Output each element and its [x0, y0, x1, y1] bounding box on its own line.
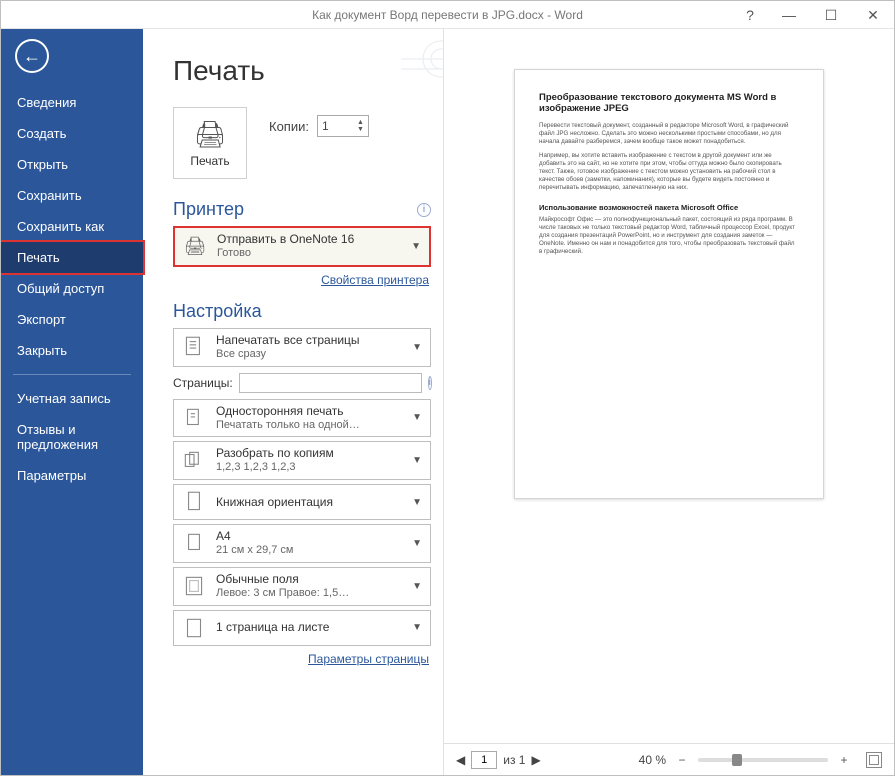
- nav-info[interactable]: Сведения: [1, 87, 143, 118]
- paper-dropdown[interactable]: A4 21 см x 29,7 см ▼: [173, 524, 431, 563]
- printer-icon: 🖨: [193, 119, 226, 150]
- info-icon[interactable]: i: [417, 203, 431, 217]
- printer-properties-link[interactable]: Свойства принтера: [173, 273, 429, 287]
- copies-value: 1: [322, 119, 329, 133]
- doc-para: Например, вы хотите вставить изображение…: [539, 152, 799, 192]
- app-window: Как документ Ворд перевести в JPG.docx -…: [0, 0, 895, 776]
- margins-sub: Левое: 3 см Правое: 1,5…: [216, 587, 402, 601]
- next-page-button[interactable]: ▶: [531, 753, 540, 767]
- one-sided-icon: [180, 405, 208, 431]
- nav-feedback[interactable]: Отзывы и предложения: [1, 414, 143, 460]
- chevron-down-icon: ▼: [409, 241, 423, 252]
- pages-all-icon: [180, 334, 208, 360]
- settings-heading: Настройка: [173, 301, 262, 322]
- backstage-sidebar: ← Сведения Создать Открыть Сохранить Сох…: [1, 29, 143, 775]
- chevron-down-icon: ▼: [410, 538, 424, 549]
- pages-per-sheet-dropdown[interactable]: 1 страница на листе ▼: [173, 610, 431, 646]
- nav-export[interactable]: Экспорт: [1, 304, 143, 335]
- window-title: Как документ Ворд перевести в JPG.docx -…: [312, 8, 583, 22]
- collate-title: Разобрать по копиям: [216, 446, 402, 461]
- preview-footer: ◀ из 1 ▶ 40 % − +: [444, 743, 894, 775]
- zoom-out-button[interactable]: −: [674, 753, 690, 767]
- print-preview-pane: Преобразование текстового документа MS W…: [443, 29, 894, 775]
- nav-saveas[interactable]: Сохранить как: [1, 211, 143, 242]
- orientation-dropdown[interactable]: Книжная ориентация ▼: [173, 484, 431, 520]
- doc-para: Майкрософт Офис — это полнофункциональны…: [539, 216, 799, 256]
- printer-dropdown[interactable]: 🖨 Отправить в OneNote 16 Готово ▼: [173, 226, 431, 267]
- help-button[interactable]: ?: [732, 1, 768, 29]
- copies-label: Копии:: [269, 119, 309, 134]
- zoom-in-button[interactable]: +: [836, 753, 852, 767]
- page-of-label: из 1: [503, 753, 525, 767]
- margins-icon: [180, 573, 208, 599]
- info-icon[interactable]: i: [428, 376, 432, 390]
- preview-canvas: Преобразование текстового документа MS W…: [466, 69, 872, 735]
- chevron-down-icon: ▼: [410, 622, 424, 633]
- print-settings-pane: Печать 🖨 Печать Копии: 1 ▲▼: [143, 29, 443, 775]
- copies-input[interactable]: 1 ▲▼: [317, 115, 369, 137]
- print-what-sub: Все сразу: [216, 348, 402, 362]
- nav-account[interactable]: Учетная запись: [1, 383, 143, 414]
- page-setup-link[interactable]: Параметры страницы: [173, 652, 429, 666]
- sides-title: Односторонняя печать: [216, 404, 402, 419]
- doc-subheading: Использование возможностей пакета Micros…: [539, 203, 799, 212]
- nav-save[interactable]: Сохранить: [1, 180, 143, 211]
- zoom-slider[interactable]: [698, 758, 828, 762]
- nav-options[interactable]: Параметры: [1, 460, 143, 491]
- chevron-down-icon: ▼: [410, 342, 424, 353]
- paper-title: A4: [216, 529, 402, 544]
- preview-page: Преобразование текстового документа MS W…: [514, 69, 824, 499]
- chevron-down-icon: ▼: [410, 455, 424, 466]
- arrow-left-icon: ←: [23, 46, 41, 67]
- titlebar: Как документ Ворд перевести в JPG.docx -…: [1, 1, 894, 29]
- nav-share[interactable]: Общий доступ: [1, 273, 143, 304]
- doc-para: Перевести текстовый документ, созданный …: [539, 122, 799, 146]
- nav-print[interactable]: Печать: [0, 240, 145, 275]
- paper-size-icon: [180, 530, 208, 556]
- margins-title: Обычные поля: [216, 572, 402, 587]
- chevron-down-icon: ▼: [410, 497, 424, 508]
- paper-sub: 21 см x 29,7 см: [216, 544, 402, 558]
- doc-heading: Преобразование текстового документа MS W…: [539, 92, 799, 114]
- back-button[interactable]: ←: [15, 39, 49, 73]
- pages-label: Страницы:: [173, 376, 233, 390]
- sides-sub: Печатать только на одной…: [216, 419, 402, 433]
- printer-status: Готово: [217, 247, 401, 261]
- copies-spinner[interactable]: ▲▼: [357, 119, 364, 133]
- print-button[interactable]: 🖨 Печать: [173, 107, 247, 179]
- printer-name: Отправить в OneNote 16: [217, 232, 401, 247]
- portrait-icon: [180, 489, 208, 515]
- nav-separator: [13, 374, 131, 375]
- collate-icon: [180, 448, 208, 474]
- prev-page-button[interactable]: ◀: [456, 753, 465, 767]
- nav-open[interactable]: Открыть: [1, 149, 143, 180]
- chevron-down-icon: ▼: [410, 412, 424, 423]
- chevron-down-icon: ▼: [410, 581, 424, 592]
- printer-device-icon: 🖨: [181, 236, 209, 257]
- print-what-dropdown[interactable]: Напечатать все страницы Все сразу ▼: [173, 328, 431, 367]
- page-number-input[interactable]: [471, 751, 497, 769]
- sides-dropdown[interactable]: Односторонняя печать Печатать только на …: [173, 399, 431, 438]
- zoom-fit-button[interactable]: [866, 752, 882, 768]
- one-per-sheet-icon: [180, 615, 208, 641]
- nav-new[interactable]: Создать: [1, 118, 143, 149]
- per-page-title: 1 страница на листе: [216, 620, 402, 635]
- margins-dropdown[interactable]: Обычные поля Левое: 3 см Правое: 1,5… ▼: [173, 567, 431, 606]
- nav-close[interactable]: Закрыть: [1, 335, 143, 366]
- page-title: Печать: [173, 55, 431, 87]
- close-button[interactable]: ✕: [852, 1, 894, 29]
- collate-sub: 1,2,3 1,2,3 1,2,3: [216, 461, 402, 475]
- pages-input[interactable]: [239, 373, 422, 393]
- printer-heading: Принтер: [173, 199, 244, 220]
- window-controls: ? — ☐ ✕: [732, 1, 894, 29]
- print-button-label: Печать: [190, 154, 229, 168]
- minimize-button[interactable]: —: [768, 1, 810, 29]
- maximize-button[interactable]: ☐: [810, 1, 852, 29]
- orientation-title: Книжная ориентация: [216, 495, 402, 510]
- zoom-label: 40 %: [639, 753, 666, 767]
- collate-dropdown[interactable]: Разобрать по копиям 1,2,3 1,2,3 1,2,3 ▼: [173, 441, 431, 480]
- print-what-title: Напечатать все страницы: [216, 333, 402, 348]
